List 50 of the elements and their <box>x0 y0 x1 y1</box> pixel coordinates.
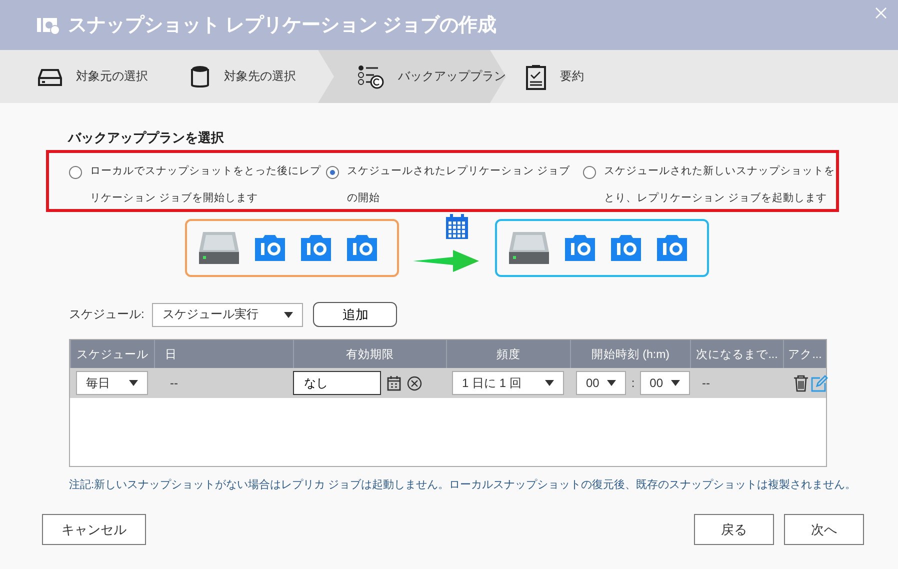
frequency-dropdown[interactable]: 1 日に 1 回 <box>452 371 564 395</box>
snapshot-icon <box>655 234 689 262</box>
nas-icon <box>507 230 551 266</box>
step-label: 要約 <box>560 68 584 85</box>
section-heading: バックアッププランを選択 <box>68 129 225 147</box>
option-label: スケジュールされたレプリケーション ジョブの開始 <box>347 164 571 206</box>
table-cell-text: -- <box>170 376 179 390</box>
calendar-icon <box>445 214 469 240</box>
schedule-dropdown[interactable]: 毎日 <box>76 371 148 395</box>
step-label: 対象先の選択 <box>224 68 296 85</box>
clipboard-check-icon <box>526 64 546 90</box>
snapshot-icon <box>563 234 597 262</box>
add-button[interactable]: 追加 <box>313 302 398 327</box>
trash-icon[interactable] <box>793 374 809 392</box>
caret-icon <box>671 380 680 386</box>
expiry-field[interactable]: なし <box>293 371 381 395</box>
step-label: バックアッププラン <box>398 68 506 85</box>
option-label: ローカルでスナップショットをとった後にレプリケーション ジョブを開始します <box>90 164 321 206</box>
snapshot-icon <box>299 234 333 262</box>
caret-icon <box>129 380 138 386</box>
next-button[interactable]: 次へ <box>784 514 864 545</box>
schedule-list-icon <box>358 64 384 88</box>
time-separator: : <box>631 376 635 390</box>
database-icon <box>190 64 210 88</box>
cancel-button[interactable]: キャンセル <box>42 514 146 545</box>
window-title: スナップショット レプリケーション ジョブの作成 <box>68 14 497 38</box>
caret-icon <box>545 380 554 386</box>
note-text: 注記:新しいスナップショットがない場合はレプリカ ジョブは起動しません。ローカルスナップショットの復元後、既存のスナップショットは複製されません。 <box>69 478 858 492</box>
drive-icon <box>38 68 62 86</box>
option-label: スケジュールされた新しいスナップショットをとり、レプリケーション ジョブを起動します <box>604 164 835 206</box>
hour-dropdown[interactable]: 00 <box>576 371 626 395</box>
caret-icon <box>607 380 616 386</box>
radio-button[interactable] <box>583 166 596 179</box>
schedule-label: スケジュール: <box>69 306 144 323</box>
radio-button[interactable] <box>326 166 339 179</box>
schedule-dropdown[interactable]: スケジュール実行 <box>152 302 304 326</box>
snapshot-icon <box>609 234 643 262</box>
snapshot-icon <box>345 234 379 262</box>
minute-dropdown[interactable]: 00 <box>640 371 690 395</box>
nas-icon <box>197 230 241 266</box>
radio-button[interactable] <box>69 166 82 179</box>
back-button[interactable]: 戻る <box>694 514 774 545</box>
step-label: 対象元の選択 <box>76 68 148 85</box>
table-cell-text: -- <box>702 376 711 390</box>
calendar-icon[interactable] <box>387 376 401 390</box>
clear-icon[interactable] <box>407 376 422 390</box>
caret-icon <box>284 312 294 318</box>
arrow-icon <box>413 250 479 272</box>
snapshot-icon <box>253 234 287 262</box>
snapshot-app-icon <box>36 15 60 35</box>
